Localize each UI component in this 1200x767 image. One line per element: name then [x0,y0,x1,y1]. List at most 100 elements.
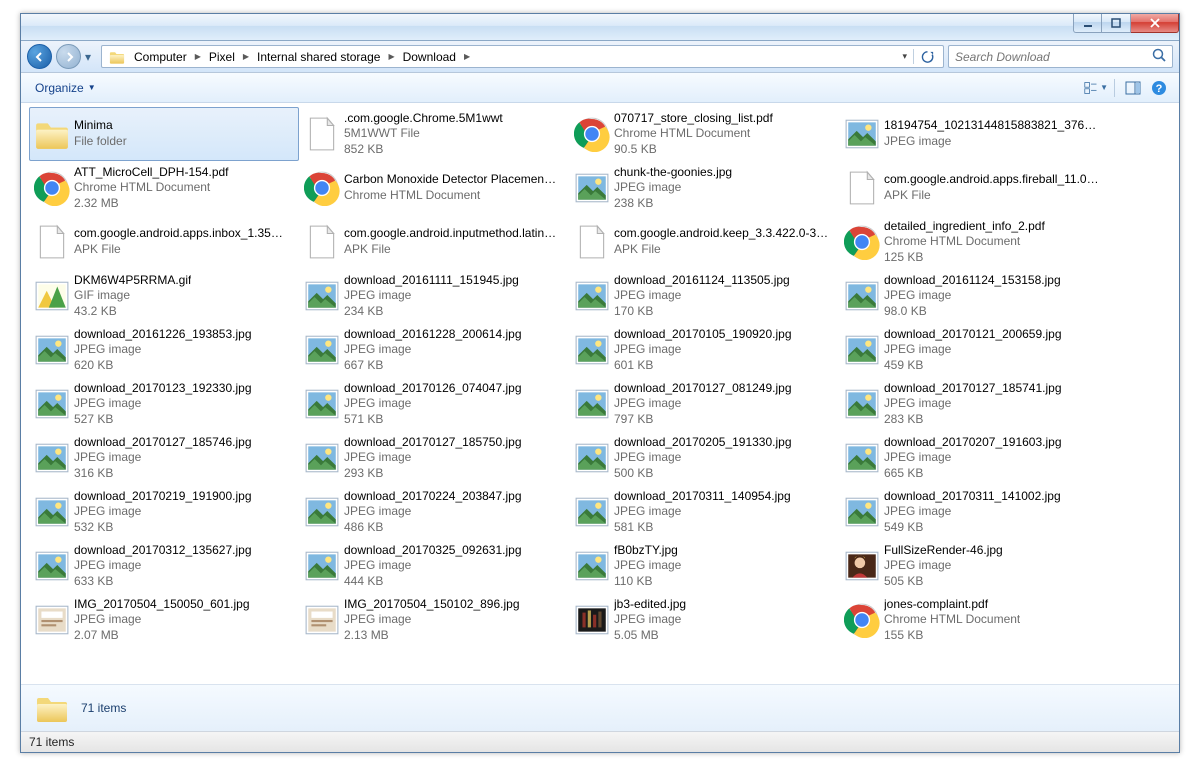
file-item[interactable]: detailed_ingredient_info_2.pdfChrome HTM… [839,215,1109,269]
chrome-icon [574,116,610,152]
file-item[interactable]: download_20170123_192330.jpgJPEG image52… [29,377,299,431]
file-item[interactable]: download_20170127_081249.jpgJPEG image79… [569,377,839,431]
search-icon [1152,48,1166,65]
file-item[interactable]: DKM6W4P5RRMA.gifGIF image43.2 KB [29,269,299,323]
chevron-right-icon[interactable]: ▶ [191,52,205,61]
file-item[interactable]: com.google.android.apps.inbox_1.35_(1388… [29,215,299,269]
file-item[interactable]: download_20170127_185746.jpgJPEG image31… [29,431,299,485]
breadcrumb-item[interactable]: Download▶ [399,46,475,67]
file-name: download_20170121_200659.jpg [884,327,1062,343]
file-name: 18194754_10213144815883821_3769698132894… [884,118,1099,134]
jpeg-icon [844,278,880,314]
file-item[interactable]: MinimaFile folder [29,107,299,161]
file-item[interactable]: download_20170219_191900.jpgJPEG image53… [29,485,299,539]
file-size: 110 KB [614,574,681,590]
file-name: jb3-edited.jpg [614,597,686,613]
file-size: 667 KB [344,358,522,374]
file-item[interactable]: .com.google.Chrome.5M1wwt5M1WWT File852 … [299,107,569,161]
maximize-button[interactable] [1102,14,1131,33]
file-item[interactable]: download_20170127_185750.jpgJPEG image29… [299,431,569,485]
file-item[interactable]: download_20161228_200614.jpgJPEG image66… [299,323,569,377]
jpeg-icon [34,440,70,476]
file-item[interactable]: download_20161124_113505.jpgJPEG image17… [569,269,839,323]
file-item[interactable]: download_20170224_203847.jpgJPEG image48… [299,485,569,539]
back-button[interactable] [27,44,52,69]
file-item[interactable]: com.google.android.apps.fireball_11.0.02… [839,161,1109,215]
file-item[interactable]: jones-complaint.pdfChrome HTML Document1… [839,593,1109,647]
refresh-button[interactable] [913,49,941,64]
file-icon [304,224,340,260]
file-item[interactable]: download_20170311_140954.jpgJPEG image58… [569,485,839,539]
file-item[interactable]: download_20170205_191330.jpgJPEG image50… [569,431,839,485]
close-button[interactable] [1131,14,1179,33]
file-item[interactable]: IMG_20170504_150102_896.jpgJPEG image2.1… [299,593,569,647]
file-item[interactable]: download_20170126_074047.jpgJPEG image57… [299,377,569,431]
file-size: 486 KB [344,520,522,536]
breadcrumb-item[interactable]: Computer▶ [130,46,205,67]
jpeg-icon [574,494,610,530]
search-box[interactable] [948,45,1173,68]
jpeg-icon [844,494,880,530]
preview-pane-button[interactable] [1121,77,1145,99]
file-type: JPEG image [74,342,252,358]
file-type: JPEG image [614,450,792,466]
file-item[interactable]: download_20161111_151945.jpgJPEG image23… [299,269,569,323]
file-item[interactable]: Carbon Monoxide Detector Placement_20140… [299,161,569,215]
file-type: JPEG image [344,504,522,520]
breadcrumb-item[interactable]: Pixel▶ [205,46,253,67]
file-item[interactable]: download_20170127_185741.jpgJPEG image28… [839,377,1109,431]
file-type: JPEG image [74,450,252,466]
file-item[interactable]: com.google.android.inputmethod.latin_6.0… [299,215,569,269]
file-item[interactable]: 070717_store_closing_list.pdfChrome HTML… [569,107,839,161]
address-field[interactable]: Computer▶Pixel▶Internal shared storage▶D… [101,45,944,68]
file-name: download_20170127_081249.jpg [614,381,792,397]
address-dropdown-icon[interactable]: ▾ [896,51,913,62]
file-item[interactable]: jb3-edited.jpgJPEG image5.05 MB [569,593,839,647]
file-item[interactable]: download_20161226_193853.jpgJPEG image62… [29,323,299,377]
file-type: Chrome HTML Document [614,126,773,142]
file-type: JPEG image [74,612,250,628]
file-type: JPEG image [884,504,1061,520]
file-item[interactable]: com.google.android.keep_3.3.422.0-334220… [569,215,839,269]
file-item[interactable]: 18194754_10213144815883821_3769698132894… [839,107,1109,161]
help-button[interactable]: ? [1147,77,1171,99]
file-item[interactable]: download_20170311_141002.jpgJPEG image54… [839,485,1109,539]
file-item[interactable]: IMG_20170504_150050_601.jpgJPEG image2.0… [29,593,299,647]
file-item[interactable]: FullSizeRender-46.jpgJPEG image505 KB [839,539,1109,593]
chevron-down-icon: ▼ [88,83,96,92]
file-item[interactable]: download_20170325_092631.jpgJPEG image44… [299,539,569,593]
search-input[interactable] [955,50,1152,64]
details-item-count: 71 items [81,701,126,715]
breadcrumb-item[interactable]: Internal shared storage▶ [253,46,399,67]
file-item[interactable]: download_20170105_190920.jpgJPEG image60… [569,323,839,377]
file-item[interactable]: download_20170121_200659.jpgJPEG image45… [839,323,1109,377]
jpeg-icon [304,440,340,476]
file-icon [574,224,610,260]
minimize-button[interactable] [1073,14,1102,33]
status-bar: 71 items [21,731,1179,752]
file-type: JPEG image [614,558,681,574]
file-name: IMG_20170504_150050_601.jpg [74,597,250,613]
file-size: 444 KB [344,574,522,590]
file-size: 549 KB [884,520,1061,536]
file-item[interactable]: download_20161124_153158.jpgJPEG image98… [839,269,1109,323]
chevron-right-icon[interactable]: ▶ [460,52,474,61]
forward-button[interactable] [56,44,81,69]
chevron-right-icon[interactable]: ▶ [384,52,398,61]
jpeg-icon [574,440,610,476]
file-item[interactable]: chunk-the-goonies.jpgJPEG image238 KB [569,161,839,215]
history-dropdown-icon[interactable]: ▾ [85,50,97,64]
organize-button[interactable]: Organize ▼ [29,78,102,98]
chrome-icon [844,602,880,638]
file-list[interactable]: MinimaFile folder.com.google.Chrome.5M1w… [21,103,1179,684]
jpeg-icon [304,332,340,368]
chevron-right-icon[interactable]: ▶ [239,52,253,61]
file-type: JPEG image [344,558,522,574]
file-item[interactable]: download_20170312_135627.jpgJPEG image63… [29,539,299,593]
file-item[interactable]: ATT_MicroCell_DPH-154.pdfChrome HTML Doc… [29,161,299,215]
file-name: download_20161228_200614.jpg [344,327,522,343]
file-item[interactable]: download_20170207_191603.jpgJPEG image66… [839,431,1109,485]
view-options-button[interactable]: ▼ [1084,77,1108,99]
file-type: Chrome HTML Document [884,234,1045,250]
file-item[interactable]: fB0bzTY.jpgJPEG image110 KB [569,539,839,593]
